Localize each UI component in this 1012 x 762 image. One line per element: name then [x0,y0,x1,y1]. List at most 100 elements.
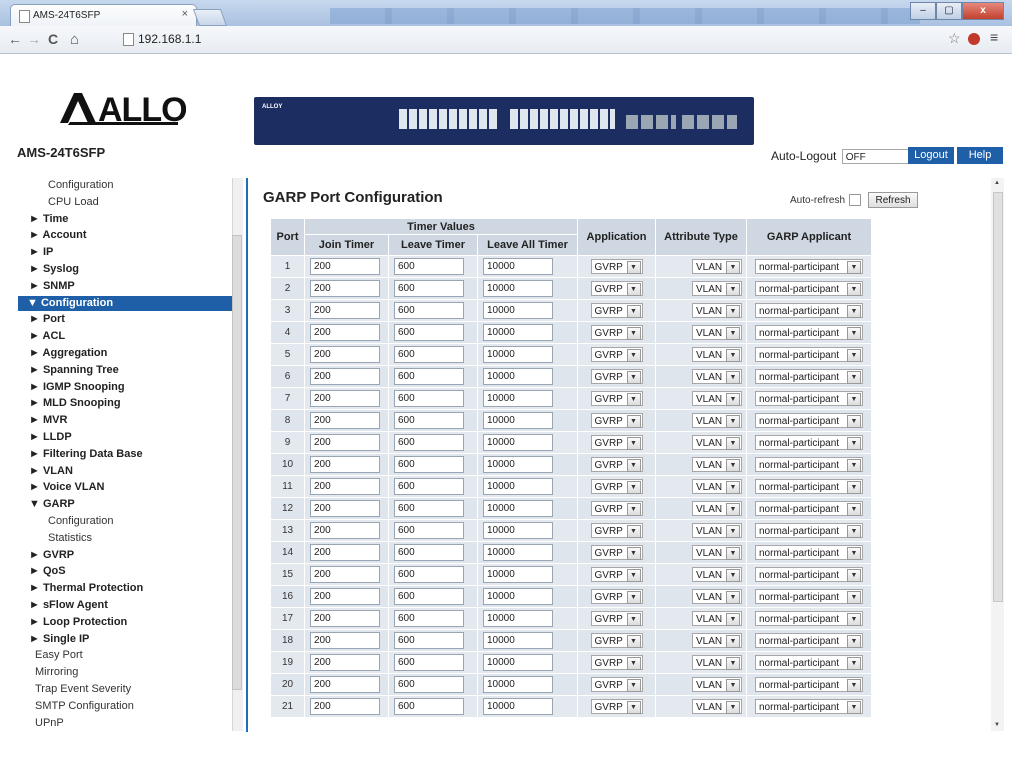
select-field[interactable]: normal-participant ▼ [755,589,863,604]
leave-timer-input[interactable]: 600 [394,698,464,715]
select-field[interactable]: GVRP ▼ [590,479,643,494]
select-field[interactable]: VLAN ▼ [692,369,742,384]
select-field[interactable]: VLAN ▼ [692,633,742,648]
select-field[interactable]: VLAN ▼ [692,545,742,560]
select-field[interactable]: normal-participant ▼ [755,479,863,494]
join-timer-input[interactable]: 200 [310,280,380,297]
select-field[interactable]: GVRP ▼ [590,677,643,692]
tab-close-icon[interactable]: × [182,8,188,20]
close-window-button[interactable]: x [962,2,1004,20]
select-field[interactable]: VLAN ▼ [692,325,742,340]
minimize-button[interactable]: – [910,2,936,20]
select-field[interactable]: VLAN ▼ [692,347,742,362]
select-field[interactable]: GVRP ▼ [590,413,643,428]
leave-timer-input[interactable]: 600 [394,610,464,627]
leave-all-timer-input[interactable]: 10000 [483,544,553,561]
select-field[interactable]: GVRP ▼ [590,369,643,384]
refresh-button[interactable]: Refresh [868,192,918,208]
select-field[interactable]: normal-participant ▼ [755,523,863,538]
select-field[interactable]: normal-participant ▼ [755,347,863,362]
select-field[interactable]: GVRP ▼ [590,699,643,714]
join-timer-input[interactable]: 200 [310,522,380,539]
leave-all-timer-input[interactable]: 10000 [483,566,553,583]
leave-all-timer-input[interactable]: 10000 [483,302,553,319]
sidebar-scrollbar-thumb[interactable] [232,235,242,690]
sidebar-item[interactable]: ► Loop Protection [29,615,127,630]
sidebar-item[interactable]: ► LLDP [29,430,72,445]
select-field[interactable]: VLAN ▼ [692,281,742,296]
sidebar-item[interactable]: ► Account [29,228,87,243]
leave-timer-input[interactable]: 600 [394,654,464,671]
home-icon[interactable]: ⌂ [70,31,79,48]
leave-timer-input[interactable]: 600 [394,566,464,583]
select-field[interactable]: VLAN ▼ [692,391,742,406]
browser-tab[interactable]: AMS-24T6SFP × [10,4,197,27]
join-timer-input[interactable]: 200 [310,478,380,495]
join-timer-input[interactable]: 200 [310,324,380,341]
leave-timer-input[interactable]: 600 [394,478,464,495]
logout-button[interactable]: Logout [908,147,954,164]
select-field[interactable]: GVRP ▼ [590,303,643,318]
maximize-button[interactable]: ▢ [936,2,962,20]
select-field[interactable]: GVRP ▼ [590,259,643,274]
sidebar-item[interactable]: ► Spanning Tree [29,363,119,378]
leave-all-timer-input[interactable]: 10000 [483,346,553,363]
leave-all-timer-input[interactable]: 10000 [483,610,553,627]
select-field[interactable]: GVRP ▼ [590,457,643,472]
join-timer-input[interactable]: 200 [310,456,380,473]
back-icon[interactable]: ← [8,31,22,47]
sidebar-item[interactable]: ► Single IP [29,632,89,647]
sidebar-item[interactable]: ► MLD Snooping [29,396,121,411]
leave-all-timer-input[interactable]: 10000 [483,456,553,473]
leave-timer-input[interactable]: 600 [394,632,464,649]
join-timer-input[interactable]: 200 [310,610,380,627]
select-field[interactable]: VLAN ▼ [692,479,742,494]
join-timer-input[interactable]: 200 [310,632,380,649]
leave-timer-input[interactable]: 600 [394,544,464,561]
join-timer-input[interactable]: 200 [310,412,380,429]
help-button[interactable]: Help [957,147,1003,164]
leave-all-timer-input[interactable]: 10000 [483,632,553,649]
leave-all-timer-input[interactable]: 10000 [483,698,553,715]
sidebar-item[interactable]: ► Aggregation [29,346,107,361]
select-field[interactable]: VLAN ▼ [692,699,742,714]
auto-refresh-checkbox[interactable] [849,194,861,206]
sidebar-item[interactable]: ► MVR [29,413,67,428]
sidebar-item[interactable]: ► Filtering Data Base [29,447,143,462]
join-timer-input[interactable]: 200 [310,258,380,275]
select-field[interactable]: normal-participant ▼ [755,611,863,626]
sidebar-item[interactable]: SMTP Configuration [35,699,134,714]
join-timer-input[interactable]: 200 [310,390,380,407]
select-field[interactable]: VLAN ▼ [692,523,742,538]
leave-all-timer-input[interactable]: 10000 [483,324,553,341]
join-timer-input[interactable]: 200 [310,368,380,385]
scroll-down-icon[interactable]: ▼ [994,722,1000,728]
sidebar-item[interactable]: ▼ Configuration [18,295,240,311]
select-field[interactable]: GVRP ▼ [590,567,643,582]
select-field[interactable]: VLAN ▼ [692,435,742,450]
leave-timer-input[interactable]: 600 [394,368,464,385]
leave-all-timer-input[interactable]: 10000 [483,676,553,693]
leave-timer-input[interactable]: 600 [394,676,464,693]
join-timer-input[interactable]: 200 [310,434,380,451]
select-field[interactable]: VLAN ▼ [692,589,742,604]
chrome-menu-icon[interactable]: ≡ [990,29,998,45]
leave-timer-input[interactable]: 600 [394,302,464,319]
sidebar-item[interactable]: ► IP [29,245,53,260]
select-field[interactable]: GVRP ▼ [590,633,643,648]
leave-all-timer-input[interactable]: 10000 [483,258,553,275]
leave-all-timer-input[interactable]: 10000 [483,654,553,671]
sidebar-item[interactable]: ► Time [29,212,68,227]
sidebar-item[interactable]: Trap Event Severity [35,682,131,697]
leave-timer-input[interactable]: 600 [394,324,464,341]
leave-timer-input[interactable]: 600 [394,522,464,539]
select-field[interactable]: normal-participant ▼ [755,391,863,406]
sidebar-item[interactable]: ▼ GARP [29,497,75,512]
select-field[interactable]: GVRP ▼ [590,611,643,626]
leave-all-timer-input[interactable]: 10000 [483,588,553,605]
select-field[interactable]: GVRP ▼ [590,325,643,340]
bookmark-star-icon[interactable]: ☆ [948,30,961,47]
select-field[interactable]: VLAN ▼ [692,677,742,692]
sidebar-item[interactable]: Configuration [48,514,113,529]
leave-timer-input[interactable]: 600 [394,258,464,275]
